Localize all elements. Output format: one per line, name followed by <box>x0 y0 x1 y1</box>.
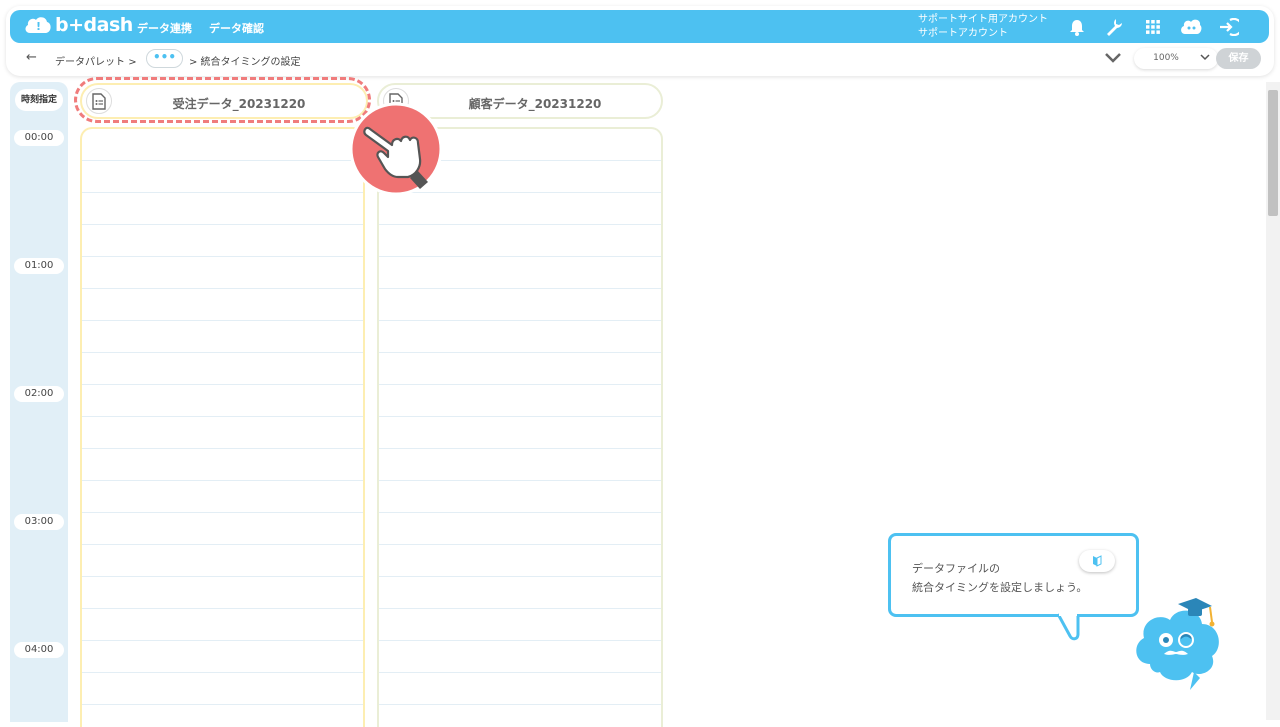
account-line2: サポートアカウント <box>918 28 1008 39</box>
breadcrumb-current: > 統合タイミングの設定 <box>189 57 301 68</box>
logo-cloud-icon: ! <box>25 17 51 33</box>
tip-tail <box>1056 612 1080 641</box>
time-slot[interactable] <box>379 705 661 727</box>
time-label-4: 04:00 <box>14 642 64 658</box>
chevron-down-icon[interactable] <box>1104 51 1122 65</box>
bell-icon[interactable] <box>1066 16 1088 38</box>
mascot-icon[interactable] <box>1128 594 1228 694</box>
time-slot[interactable] <box>82 289 363 321</box>
time-slot[interactable] <box>82 257 363 289</box>
time-label-0: 00:00 <box>14 130 64 146</box>
scrollbar-thumb[interactable] <box>1268 90 1278 216</box>
time-slot[interactable] <box>82 385 363 417</box>
grid-icon[interactable] <box>1142 16 1164 38</box>
time-slot[interactable] <box>82 225 363 257</box>
time-slot[interactable] <box>82 193 363 225</box>
time-slot[interactable] <box>82 705 363 727</box>
beginner-mark-icon[interactable] <box>1079 550 1115 572</box>
time-slot[interactable] <box>82 577 363 609</box>
tip-line1: データファイルの <box>912 562 1000 575</box>
logout-icon[interactable] <box>1218 16 1240 38</box>
tip-text: データファイルの 統合タイミングを設定しましょう。 <box>912 559 1087 597</box>
breadcrumb-label: データパレット <box>55 57 125 68</box>
time-slot[interactable] <box>379 513 661 545</box>
zoom-select[interactable]: 100% <box>1134 48 1218 69</box>
nav-data-check[interactable]: データ確認 <box>209 20 264 36</box>
time-slot[interactable] <box>82 545 363 577</box>
column-body-customers[interactable] <box>377 127 663 727</box>
time-label-3: 03:00 <box>14 514 64 530</box>
time-slot[interactable] <box>379 321 661 353</box>
time-slot[interactable] <box>379 225 661 257</box>
account-info[interactable]: サポートサイト用アカウント サポートアカウント <box>918 13 1048 41</box>
time-spec-button[interactable]: 時刻指定 <box>15 89 63 111</box>
logo-text: b+dash <box>55 14 133 36</box>
column-title: 顧客データ_20231220 <box>468 97 602 111</box>
zoom-value: 100% <box>1153 53 1179 63</box>
account-line1: サポートサイト用アカウント <box>918 14 1048 25</box>
sub-bar: ← データパレット > ••• > 統合タイミングの設定 100% 保存 <box>10 44 1269 74</box>
save-button[interactable]: 保存 <box>1216 48 1261 69</box>
time-label-1: 01:00 <box>14 258 64 274</box>
wrench-icon[interactable] <box>1103 16 1125 38</box>
breadcrumb-separator: > <box>128 57 137 68</box>
time-slot[interactable] <box>82 353 363 385</box>
top-bar: ! b+dash データ連携 データ確認 サポートサイト用アカウント サポートア… <box>10 10 1269 43</box>
time-slot[interactable] <box>379 609 661 641</box>
time-slot[interactable] <box>82 129 363 161</box>
svg-text:!: ! <box>36 20 41 33</box>
nav-data-link[interactable]: データ連携 <box>137 20 192 36</box>
time-slot[interactable] <box>379 193 661 225</box>
time-column: 時刻指定 00:00 01:00 02:00 03:00 04:00 <box>10 82 68 722</box>
tip-line2: 統合タイミングを設定しましょう。 <box>912 581 1088 594</box>
column-body-orders[interactable] <box>80 127 365 727</box>
time-slot[interactable] <box>379 449 661 481</box>
time-slot[interactable] <box>379 417 661 449</box>
time-slot[interactable] <box>379 577 661 609</box>
zoom-caret-icon <box>1200 54 1210 61</box>
mascot-icon[interactable] <box>1180 16 1202 38</box>
time-slot[interactable] <box>82 641 363 673</box>
tip-bubble: データファイルの 統合タイミングを設定しましょう。 <box>888 533 1139 617</box>
scrollbar[interactable] <box>1266 82 1280 720</box>
time-slot[interactable] <box>82 321 363 353</box>
breadcrumb-more-button[interactable]: ••• <box>146 49 183 68</box>
breadcrumb-data-palette[interactable]: データパレット > <box>55 53 137 68</box>
time-slot[interactable] <box>379 385 661 417</box>
time-slot[interactable] <box>82 161 363 193</box>
hand-pointer-icon <box>349 102 443 196</box>
time-slot[interactable] <box>82 449 363 481</box>
time-slot[interactable] <box>82 481 363 513</box>
time-slot[interactable] <box>82 609 363 641</box>
time-label-2: 02:00 <box>14 386 64 402</box>
time-slot[interactable] <box>379 673 661 705</box>
highlight-ring <box>74 77 371 123</box>
time-slot[interactable] <box>379 481 661 513</box>
time-slot[interactable] <box>379 353 661 385</box>
back-arrow-icon[interactable]: ← <box>26 50 37 65</box>
time-slot[interactable] <box>82 417 363 449</box>
time-slot[interactable] <box>82 673 363 705</box>
time-slot[interactable] <box>379 257 661 289</box>
time-slot[interactable] <box>379 545 661 577</box>
time-slot[interactable] <box>379 641 661 673</box>
time-slot[interactable] <box>379 289 661 321</box>
time-slot[interactable] <box>82 513 363 545</box>
